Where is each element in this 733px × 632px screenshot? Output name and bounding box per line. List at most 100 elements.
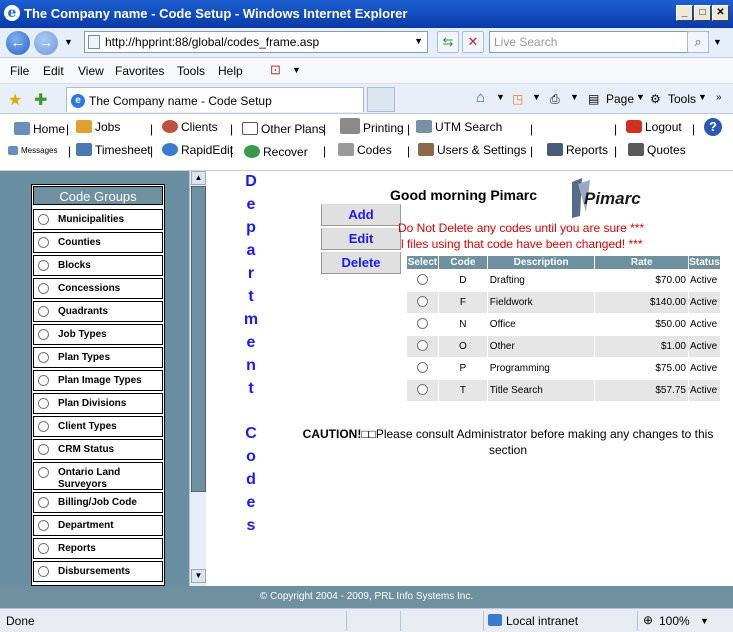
code-group-radio[interactable] xyxy=(38,421,49,432)
sidebar-scrollbar[interactable]: ▲ ▼ xyxy=(189,171,206,586)
menu-help[interactable]: Help xyxy=(218,64,243,78)
code-group-item[interactable]: Counties xyxy=(33,232,163,253)
code-group-radio[interactable] xyxy=(38,237,49,248)
code-group-radio[interactable] xyxy=(38,306,49,317)
code-group-radio[interactable] xyxy=(38,352,49,363)
print-dropdown-icon[interactable]: ▼ xyxy=(570,92,579,102)
menu-edit[interactable]: Edit xyxy=(43,64,64,78)
code-group-radio[interactable] xyxy=(38,329,49,340)
menu-favorites[interactable]: Favorites xyxy=(115,64,164,78)
menu-tools[interactable]: Tools xyxy=(177,64,205,78)
feeds-icon[interactable]: ◳ xyxy=(512,92,523,106)
refresh-icon[interactable]: ⇆ xyxy=(437,31,459,53)
code-group-item[interactable]: Reports xyxy=(33,538,163,559)
pdf-dropdown-icon[interactable]: ▼ xyxy=(292,65,301,75)
select-radio[interactable] xyxy=(416,273,428,285)
select-radio[interactable] xyxy=(416,361,428,373)
code-group-item[interactable]: CRM Status xyxy=(33,439,163,460)
home-link[interactable]: Home xyxy=(14,122,65,136)
search-options-icon[interactable]: ▼ xyxy=(713,37,722,47)
page-menu[interactable]: Page xyxy=(606,92,634,106)
scroll-thumb[interactable] xyxy=(191,186,206,492)
menu-file[interactable]: File xyxy=(10,64,29,78)
recover-link[interactable]: Recover xyxy=(244,145,308,159)
forward-icon[interactable]: → xyxy=(34,31,58,55)
code-group-radio[interactable] xyxy=(38,283,49,294)
code-group-radio[interactable] xyxy=(38,497,49,508)
print-icon[interactable]: ⎙ xyxy=(550,92,560,107)
edit-button[interactable]: Edit xyxy=(321,228,401,250)
add-button[interactable]: Add xyxy=(321,204,401,226)
add-favorites-icon[interactable]: ✚ xyxy=(34,90,47,110)
codes-link[interactable]: Codes xyxy=(338,143,392,157)
quotes-link[interactable]: Quotes xyxy=(628,143,686,157)
tab-code-setup[interactable]: e The Company name - Code Setup xyxy=(66,87,364,112)
menu-view[interactable]: View xyxy=(78,64,104,78)
other-plans-link[interactable]: Other Plans xyxy=(242,122,324,136)
code-group-radio[interactable] xyxy=(38,260,49,271)
clients-link[interactable]: Clients xyxy=(162,120,218,134)
scroll-down-icon[interactable]: ▼ xyxy=(191,569,206,583)
search-input[interactable]: Live Search xyxy=(489,31,709,53)
code-group-radio[interactable] xyxy=(38,467,49,478)
scroll-up-icon[interactable]: ▲ xyxy=(191,171,206,185)
code-group-item[interactable]: Job Types xyxy=(33,324,163,345)
code-group-item[interactable]: Client Types xyxy=(33,416,163,437)
code-group-item[interactable]: Billing/Job Code xyxy=(33,492,163,513)
code-group-item[interactable]: Blocks xyxy=(33,255,163,276)
select-radio[interactable] xyxy=(416,317,428,329)
code-group-item[interactable]: Department xyxy=(33,515,163,536)
favorites-star-icon[interactable]: ★ xyxy=(8,90,22,110)
code-group-item[interactable]: Ontario Land Surveyors xyxy=(33,462,163,490)
printing-link[interactable]: Printing xyxy=(340,118,404,135)
code-group-item[interactable]: Plan Types xyxy=(33,347,163,368)
feeds-dropdown-icon[interactable]: ▼ xyxy=(532,92,541,102)
help-icon[interactable]: ? xyxy=(704,118,722,136)
page-dropdown-icon[interactable]: ▼ xyxy=(636,92,645,102)
zoom-icon[interactable]: ⊕ xyxy=(643,613,653,627)
history-dropdown-icon[interactable]: ▼ xyxy=(64,37,73,47)
select-radio[interactable] xyxy=(416,339,428,351)
search-icon[interactable]: ⌕ xyxy=(687,31,709,53)
reports-link[interactable]: Reports xyxy=(547,143,608,157)
stop-icon[interactable]: ✕ xyxy=(462,31,484,53)
timesheet-link[interactable]: Timesheet xyxy=(76,143,151,157)
code-group-item[interactable]: Disbursements xyxy=(33,561,163,582)
page-menu-icon[interactable]: ▤ xyxy=(588,92,599,106)
select-radio[interactable] xyxy=(416,295,428,307)
code-group-radio[interactable] xyxy=(38,543,49,554)
address-input[interactable]: http://hpprint:88/global/codes_frame.asp… xyxy=(84,31,428,53)
utm-search-link[interactable]: UTM Search xyxy=(416,120,502,134)
home-dropdown-icon[interactable]: ▼ xyxy=(496,92,505,102)
code-group-radio[interactable] xyxy=(38,444,49,455)
zoom-dropdown-icon[interactable]: ▼ xyxy=(700,616,709,626)
code-group-item[interactable]: Quadrants xyxy=(33,301,163,322)
address-dropdown-icon[interactable]: ▼ xyxy=(414,36,423,46)
code-group-radio[interactable] xyxy=(38,566,49,577)
home-icon[interactable]: ⌂ xyxy=(476,89,485,106)
tools-dropdown-icon[interactable]: ▼ xyxy=(698,92,707,102)
close-button[interactable]: ✕ xyxy=(712,5,729,21)
new-tab-button[interactable] xyxy=(367,87,395,112)
maximize-button[interactable]: □ xyxy=(694,5,711,21)
rapidedit-link[interactable]: RapidEdit xyxy=(162,143,233,157)
jobs-link[interactable]: Jobs xyxy=(76,120,120,134)
code-group-radio[interactable] xyxy=(38,214,49,225)
back-icon[interactable]: ← xyxy=(6,31,30,55)
logout-link[interactable]: Logout xyxy=(626,120,682,134)
messages-link[interactable]: Messages xyxy=(8,146,57,155)
code-group-radio[interactable] xyxy=(38,375,49,386)
code-group-item[interactable]: Plan Image Types xyxy=(33,370,163,391)
minimize-button[interactable]: _ xyxy=(676,5,693,21)
delete-button[interactable]: Delete xyxy=(321,252,401,274)
code-group-item[interactable]: Plan Divisions xyxy=(33,393,163,414)
tools-gear-icon[interactable]: ⚙ xyxy=(650,92,661,106)
code-group-radio[interactable] xyxy=(38,520,49,531)
tools-menu[interactable]: Tools xyxy=(668,92,696,106)
code-group-item[interactable]: Concessions xyxy=(33,278,163,299)
users-settings-link[interactable]: Users & Settings xyxy=(418,143,526,157)
code-group-radio[interactable] xyxy=(38,398,49,409)
select-radio[interactable] xyxy=(416,383,428,395)
zoom-level[interactable]: 100% xyxy=(659,614,690,628)
pdf-icon[interactable]: ⊡ xyxy=(270,62,281,78)
